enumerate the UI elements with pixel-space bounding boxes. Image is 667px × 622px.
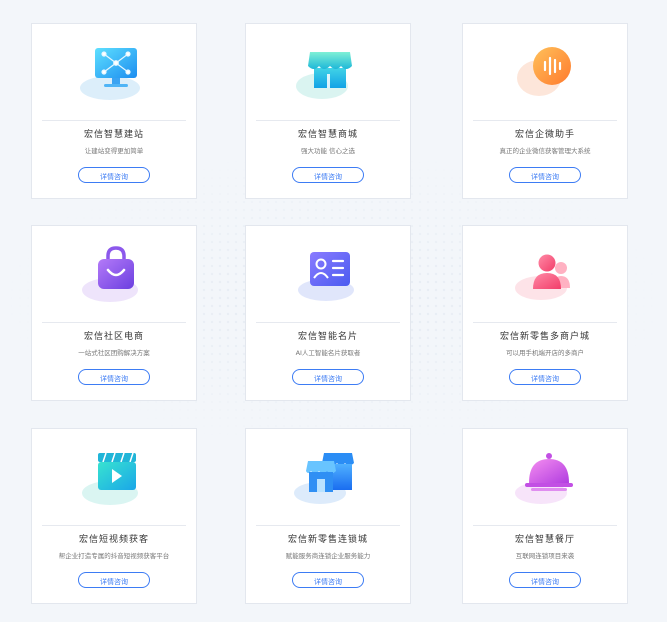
shopping-bag-icon [74,244,154,306]
card-title: 宏信智慧商城 [297,130,358,140]
card-divider [42,120,186,121]
chat-voice-icon [505,42,585,104]
card-divider [473,322,617,323]
user-group-icon [505,244,585,306]
card-title: 宏信智慧餐厅 [514,535,575,545]
product-card-smart-restaurant: 宏信智慧餐厅 互联网连锁项目来袭 详情咨询 [462,428,628,604]
card-description: 让建站变得更加简单 [84,147,144,155]
monitor-network-icon [74,42,154,104]
business-card-icon [288,244,368,306]
card-title: 宏信智能名片 [297,332,358,342]
food-cloche-icon [505,447,585,509]
card-title: 宏信新零售多商户城 [499,332,590,342]
details-consult-button[interactable]: 详情咨询 [292,369,364,385]
card-title: 宏信新零售连锁城 [287,535,368,545]
card-divider [256,120,400,121]
card-description: 可以用手机端开店的多商户 [506,349,584,357]
product-card-smart-business-card: 宏信智能名片 AI人工智能名片获取者 详情咨询 [245,225,411,401]
product-card-short-video: 宏信短视频获客 帮企业打造专属的抖音短视频获客平台 详情咨询 [31,428,197,604]
product-card-wework-assistant: 宏信企微助手 真正的企业微信获客管理大系统 详情咨询 [462,23,628,199]
product-card-smart-site: 宏信智慧建站 让建站变得更加简单 详情咨询 [31,23,197,199]
details-consult-button[interactable]: 详情咨询 [292,572,364,588]
card-divider [473,120,617,121]
details-consult-button[interactable]: 详情咨询 [509,369,581,385]
card-description: 一站式社区团购解决方案 [78,349,150,357]
card-divider [42,322,186,323]
card-title: 宏信企微助手 [514,130,575,140]
details-consult-button[interactable]: 详情咨询 [78,369,150,385]
product-card-smart-mall: 宏信智慧商城 强大功能 信心之选 详情咨询 [245,23,411,199]
card-divider [473,525,617,526]
card-description: 互联网连锁项目来袭 [515,552,575,560]
card-divider [256,525,400,526]
card-title: 宏信智慧建站 [83,130,144,140]
card-description: 强大功能 信心之选 [300,147,356,155]
video-play-icon [74,447,154,509]
storefront-icon [288,42,368,104]
product-card-multi-merchant: 宏信新零售多商户城 可以用手机端开店的多商户 详情咨询 [462,225,628,401]
card-divider [42,525,186,526]
card-description: 真正的企业微信获客管理大系统 [499,147,591,155]
details-consult-button[interactable]: 详情咨询 [78,572,150,588]
card-description: AI人工智能名片获取者 [295,349,361,357]
card-divider [256,322,400,323]
card-title: 宏信短视频获客 [78,535,149,545]
card-description: 帮企业打造专属的抖音短视频获客平台 [58,552,170,560]
details-consult-button[interactable]: 详情咨询 [78,167,150,183]
details-consult-button[interactable]: 详情咨询 [292,167,364,183]
card-description: 赋能服务商连锁企业服务能力 [285,552,371,560]
product-grid: 宏信智慧建站 让建站变得更加简单 详情咨询 宏信智慧商城 强大功能 信心之选 详… [0,0,667,622]
product-card-chain-store: 宏信新零售连锁城 赋能服务商连锁企业服务能力 详情咨询 [245,428,411,604]
details-consult-button[interactable]: 详情咨询 [509,572,581,588]
chain-store-icon [288,447,368,509]
details-consult-button[interactable]: 详情咨询 [509,167,581,183]
product-card-community-ecommerce: 宏信社区电商 一站式社区团购解决方案 详情咨询 [31,225,197,401]
card-title: 宏信社区电商 [83,332,144,342]
